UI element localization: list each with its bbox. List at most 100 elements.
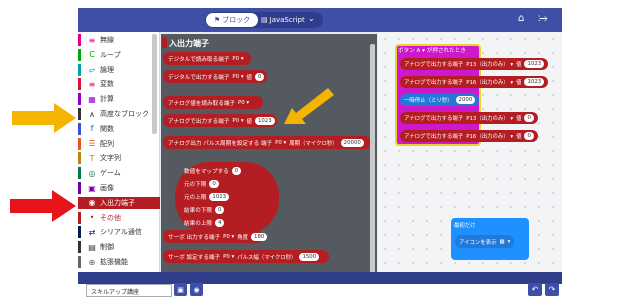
pin-dropdown[interactable]: P0 ▾ (223, 234, 234, 240)
blocks-mode-button[interactable]: ⚑ ブロック (206, 13, 258, 27)
top-bar: ⚑ ブロック ▤ JavaScript ⌄ ⌂ ⧴ (78, 8, 562, 32)
flyout-block[interactable]: アナログで出力する端子 P0 ▾ 値 1023 (163, 114, 277, 127)
value-field[interactable]: 1023 (254, 116, 275, 125)
value-field[interactable]: 180 (251, 232, 268, 241)
category-item[interactable]: f 関数 (78, 122, 160, 135)
pin-dropdown[interactable]: P0 ▾ (238, 100, 249, 106)
category-item[interactable]: ▤ 制御 (78, 241, 160, 254)
flyout-block[interactable]: アナログ出力 パルス周期を設定する 端子 P0 ▾ 周期（マイクロ秒） 20000 (163, 136, 371, 149)
editor-mode-switch[interactable]: ⚑ ブロック ▤ JavaScript ⌄ (205, 12, 323, 28)
pin-dropdown[interactable]: P0 ▾ (275, 140, 286, 146)
pin-dropdown[interactable]: P0 ▾ (232, 74, 243, 80)
category-item[interactable]: ⊕ 拡張機能 (78, 256, 160, 268)
save-icon[interactable]: ▣ (174, 283, 187, 296)
home-icon[interactable]: ⌂ (518, 13, 524, 24)
show-icon-block[interactable]: アイコンを表示 ▦ ▾ (455, 235, 515, 248)
event-inner-block[interactable]: アナログで出力する端子 P13（出力のみ） ▾ 値 1023 (400, 58, 549, 70)
red-arrow-left-icon (10, 190, 76, 222)
block-suffix: 値 (516, 80, 522, 86)
undo-icon[interactable]: ↶ (528, 283, 542, 296)
blocks-flyout: 入出力端子 デジタルで読み取る端子 P0 ▾ デジタルで出力する端子 P0 ▾ 値 0 アナ… (161, 34, 377, 272)
dropdown-icon: ▾ (507, 238, 511, 245)
flyout-block[interactable]: サーボ 設定する端子 P0 ▾ パルス幅（マイクロ秒） 1500 (163, 250, 329, 263)
category-label: 制御 (100, 243, 114, 252)
redo-icon[interactable]: ↷ (545, 283, 559, 296)
javascript-label: JavaScript (269, 16, 305, 24)
grid-icon: ▦ (88, 94, 96, 104)
flyout-block[interactable]: アナログ値を読み取る端子 P0 ▾ (163, 96, 263, 109)
category-item[interactable]: ⥂ 論理 (78, 63, 160, 76)
pin-icon: ◉ (88, 198, 96, 208)
pin-category-icon (162, 37, 167, 48)
flyout-block[interactable]: デジタルで読み取る端子 P0 ▾ (163, 52, 251, 65)
shuffle-icon: ⥂ (88, 64, 96, 74)
flyout-scrollbar[interactable] (370, 44, 375, 274)
category-color-bar (78, 211, 81, 224)
block-label: アナログで出力する端子 (404, 134, 464, 140)
map-row: 結果の下限 0 (179, 203, 229, 216)
block-label: アナログ出力 パルス周期を設定する 端子 (168, 140, 273, 147)
category-item[interactable]: T 文字列 (78, 152, 160, 165)
pin-dropdown[interactable]: P13（出力のみ） ▾ (466, 114, 513, 122)
category-item[interactable]: ☰ 配列 (78, 137, 160, 150)
pin-dropdown[interactable]: P0 ▾ (232, 118, 243, 124)
value-field[interactable]: 1500 (299, 252, 320, 261)
event-inner-block[interactable]: アナログで出力する端子 P13（出力のみ） ▾ 値 0 (400, 112, 538, 124)
category-item[interactable]: • その他 (78, 211, 160, 224)
value-field[interactable]: 0 (254, 72, 265, 81)
category-color-bar (78, 196, 81, 209)
share-icon[interactable]: ⧴ (538, 13, 548, 24)
block-label: サーボ 設定する端子 (168, 254, 221, 261)
category-color-bar (78, 63, 81, 76)
map-value-field[interactable]: 0 (214, 205, 225, 214)
block-suffix: 値 (246, 118, 252, 125)
value-field[interactable]: 20000 (340, 138, 364, 147)
category-item[interactable]: ≡ 無線 (78, 34, 160, 46)
category-item[interactable]: ▦ 計算 (78, 93, 160, 106)
event-inner-block[interactable]: アナログで出力する端子 P16（出力のみ） ▾ 値 0 (400, 130, 538, 142)
category-item[interactable]: ◉ 入出力端子 (78, 196, 160, 209)
javascript-mode-button[interactable]: ▤ JavaScript (261, 13, 305, 27)
category-item[interactable]: ⇄ シリアル通信 (78, 226, 160, 239)
category-item[interactable]: ▣ 画像 (78, 182, 160, 194)
category-color-bar (78, 256, 81, 268)
map-value-field[interactable]: 1023 (209, 192, 230, 201)
puzzle-icon: ⚑ (213, 16, 221, 24)
show-icon-label: アイコンを表示 (459, 239, 497, 246)
more-icon: • (89, 213, 95, 223)
category-label: 無線 (100, 36, 114, 44)
project-name-input[interactable]: スキルアップ講座 (86, 284, 172, 297)
map-value-field[interactable]: 0 (209, 179, 219, 188)
chevron-down-icon[interactable]: ⌄ (308, 14, 315, 23)
value-field[interactable]: 2000 (455, 96, 476, 104)
block-suffix: 値 (516, 134, 522, 140)
category-color-bar (78, 108, 81, 120)
category-color-bar (78, 78, 81, 91)
blocks-label: ブロック (222, 16, 251, 24)
led-grid-icon: ▦ (499, 238, 505, 245)
pin-dropdown[interactable]: P16（出力のみ） ▾ (466, 132, 513, 140)
value-field[interactable]: 1023 (524, 78, 545, 86)
loop-icon: C (89, 50, 95, 60)
github-icon[interactable]: ◉ (190, 283, 203, 296)
category-item[interactable]: ≡ 変数 (78, 78, 160, 91)
value-field[interactable]: 0 (524, 132, 534, 140)
category-label: ゲーム (100, 169, 121, 178)
pin-dropdown[interactable]: P13（出力のみ） ▾ (466, 60, 513, 68)
category-scrollbar[interactable] (152, 34, 157, 134)
flyout-block[interactable]: デジタルで出力する端子 P0 ▾ 値 0 (163, 70, 267, 83)
value-field[interactable]: 1023 (524, 60, 545, 68)
pin-dropdown[interactable]: P0 ▾ (223, 254, 234, 260)
event-inner-block[interactable]: 一時停止（ミリ秒） 2000 (400, 94, 480, 106)
pin-dropdown[interactable]: P0 ▾ (232, 56, 243, 62)
category-item[interactable]: C ループ (78, 48, 160, 61)
pin-dropdown[interactable]: P16（出力のみ） ▾ (466, 78, 513, 86)
value-field[interactable]: 0 (524, 114, 534, 122)
category-item[interactable]: ◎ ゲーム (78, 167, 160, 180)
map-value-field[interactable]: 4 (214, 218, 225, 227)
map-value-field[interactable]: 0 (231, 166, 242, 175)
map-row: 元の上限 1023 (179, 190, 234, 203)
event-inner-block[interactable]: アナログで出力する端子 P16（出力のみ） ▾ 値 1023 (400, 76, 549, 88)
category-item[interactable]: ∧ 高度なブロック (78, 108, 160, 120)
flyout-title: 入出力端子 (169, 39, 209, 48)
